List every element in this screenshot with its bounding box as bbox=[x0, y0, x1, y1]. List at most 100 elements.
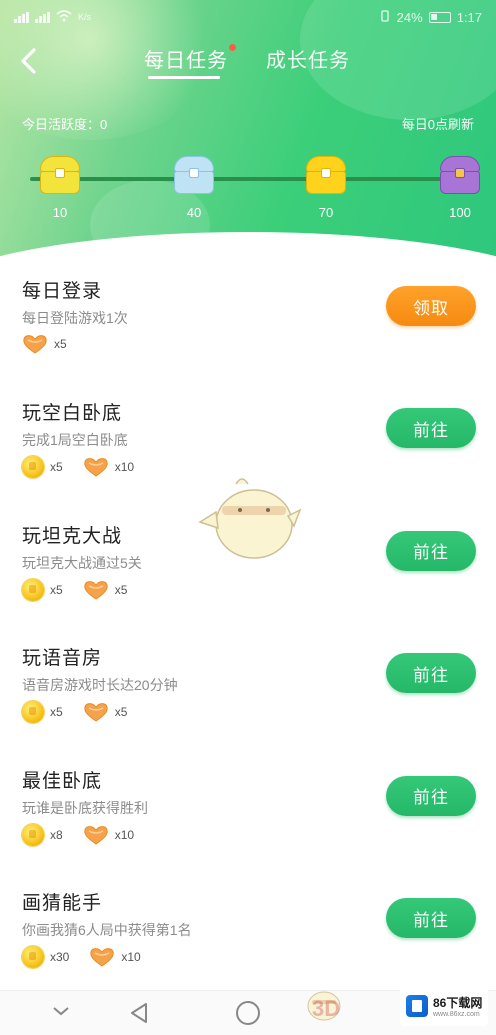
reward-qty: x5 bbox=[50, 582, 63, 597]
reward-item: x8 bbox=[22, 823, 63, 846]
tab-growth-tasks[interactable]: 成长任务 bbox=[266, 44, 350, 73]
task-description: 每日登陆游戏1次 bbox=[22, 310, 128, 326]
reward-item: x10 bbox=[89, 947, 141, 967]
vibrate-icon bbox=[379, 9, 391, 25]
reward-item: x5 bbox=[83, 702, 128, 722]
network-speed: K/s bbox=[78, 12, 92, 22]
tab-label: 每日任务 bbox=[144, 50, 228, 72]
go-button[interactable]: 前往 bbox=[386, 775, 476, 816]
task-rewards: x5 bbox=[22, 334, 67, 354]
active-tab-indicator bbox=[148, 76, 220, 79]
clock-time: 1:17 bbox=[456, 9, 482, 25]
treasure-chest-icon[interactable] bbox=[438, 156, 482, 196]
claim-button[interactable]: 领取 bbox=[386, 286, 476, 326]
task-row: 每日登录每日登陆游戏1次 x5 领取 bbox=[0, 276, 496, 398]
task-title: 每日登录 bbox=[22, 281, 103, 302]
task-rewards: x5 x5 bbox=[22, 701, 128, 724]
task-row: 最佳卧底玩谁是卧底获得胜利 x8 x10 前往 bbox=[0, 766, 496, 888]
battery-icon bbox=[428, 11, 451, 23]
task-description: 玩谁是卧底获得胜利 bbox=[22, 799, 148, 816]
reward-item: x5 bbox=[22, 334, 67, 354]
button-label: 前往 bbox=[413, 665, 449, 685]
task-rewards: x5 x10 bbox=[22, 456, 134, 479]
task-title: 画猜能手 bbox=[22, 893, 103, 914]
chevron-down-icon[interactable] bbox=[52, 1005, 70, 1017]
reward-item: x5 bbox=[22, 701, 63, 724]
notification-dot bbox=[229, 44, 236, 51]
heart-coin-icon bbox=[83, 580, 109, 600]
reward-qty: x10 bbox=[114, 827, 135, 842]
task-title: 玩空白卧底 bbox=[22, 403, 123, 425]
nav-home-icon[interactable] bbox=[236, 1001, 260, 1025]
gold-coin-icon bbox=[22, 946, 44, 968]
milestone-value: 100 bbox=[449, 205, 471, 220]
signal-icon bbox=[35, 11, 50, 23]
milestone-value: 70 bbox=[318, 205, 334, 220]
header-curve bbox=[0, 232, 496, 262]
heart-coin-icon bbox=[89, 947, 115, 967]
reward-qty: x5 bbox=[50, 460, 63, 475]
mascot-bird-icon bbox=[198, 478, 302, 559]
watermark-logo-icon bbox=[406, 995, 428, 1017]
wifi-icon bbox=[56, 9, 72, 25]
activity-progress-track bbox=[30, 177, 476, 181]
button-label: 前往 bbox=[413, 788, 449, 808]
battery-percent: 24% bbox=[396, 9, 423, 25]
watermark-subtitle: www.86xz.com bbox=[433, 1011, 480, 1018]
go-button[interactable]: 前往 bbox=[386, 408, 476, 449]
watermark-3d-text: 3D bbox=[312, 996, 341, 1021]
task-description: 完成1局空白卧底 bbox=[22, 432, 128, 449]
reward-item: x10 bbox=[83, 457, 134, 477]
button-label: 前往 bbox=[413, 910, 449, 930]
heart-coin-icon bbox=[83, 457, 109, 477]
refresh-label: 每日0点刷新 bbox=[401, 117, 474, 132]
task-description: 玩坦克大战通过5关 bbox=[22, 554, 142, 571]
go-button[interactable]: 前往 bbox=[386, 530, 476, 571]
reward-qty: x10 bbox=[114, 460, 135, 475]
gold-coin-icon bbox=[22, 578, 44, 601]
reward-qty: x5 bbox=[50, 705, 63, 720]
gold-coin-icon bbox=[22, 701, 44, 724]
go-button[interactable]: 前往 bbox=[386, 898, 476, 938]
treasure-chest-icon[interactable] bbox=[304, 156, 348, 196]
nav-back-icon[interactable] bbox=[128, 1001, 150, 1025]
milestone-value: 10 bbox=[52, 205, 68, 220]
status-bar: K/s 24% 1:17 bbox=[0, 0, 496, 34]
reward-item: x10 bbox=[83, 825, 134, 845]
reward-qty: x5 bbox=[114, 582, 128, 597]
gold-coin-icon bbox=[22, 456, 44, 479]
heart-coin-icon bbox=[22, 334, 48, 354]
watermark-badge: 86下载网 www.86xz.com bbox=[400, 986, 488, 1026]
reward-qty: x10 bbox=[121, 950, 141, 964]
heart-coin-icon bbox=[83, 702, 109, 722]
heart-coin-icon bbox=[83, 825, 109, 845]
button-label: 前往 bbox=[413, 543, 449, 563]
signal-icon bbox=[14, 11, 29, 23]
tab-daily-tasks[interactable]: 每日任务 bbox=[144, 44, 236, 73]
treasure-chest-icon[interactable] bbox=[38, 156, 82, 196]
task-title: 最佳卧底 bbox=[22, 770, 103, 792]
reward-item: x5 bbox=[83, 580, 128, 600]
reward-item: x5 bbox=[22, 578, 63, 601]
task-title: 玩坦克大战 bbox=[22, 525, 123, 547]
task-rewards: x8 x10 bbox=[22, 823, 134, 846]
reward-item: x5 bbox=[22, 456, 63, 479]
activity-label: 今日活跃度：0 bbox=[22, 117, 108, 132]
reward-qty: x8 bbox=[50, 827, 63, 842]
task-description: 语音房游戏时长达20分钟 bbox=[22, 677, 178, 694]
tab-label: 成长任务 bbox=[266, 50, 350, 72]
go-button[interactable]: 前往 bbox=[386, 653, 476, 694]
task-row: 玩语音房语音房游戏时长达20分钟 x5 x5 前往 bbox=[0, 643, 496, 765]
task-description: 你画我猜6人局中获得第1名 bbox=[22, 922, 192, 938]
treasure-chest-icon[interactable] bbox=[172, 156, 216, 196]
milestone-value: 40 bbox=[186, 205, 202, 220]
task-title: 玩语音房 bbox=[22, 648, 103, 670]
reward-item: x30 bbox=[22, 946, 69, 968]
reward-qty: x30 bbox=[50, 950, 70, 964]
button-label: 领取 bbox=[413, 298, 449, 318]
reward-qty: x5 bbox=[114, 705, 128, 720]
reward-qty: x5 bbox=[54, 337, 67, 351]
watermark-title: 86下载网 bbox=[433, 996, 483, 1010]
task-tabs: 每日任务 成长任务 bbox=[0, 44, 496, 90]
button-label: 前往 bbox=[413, 420, 449, 440]
